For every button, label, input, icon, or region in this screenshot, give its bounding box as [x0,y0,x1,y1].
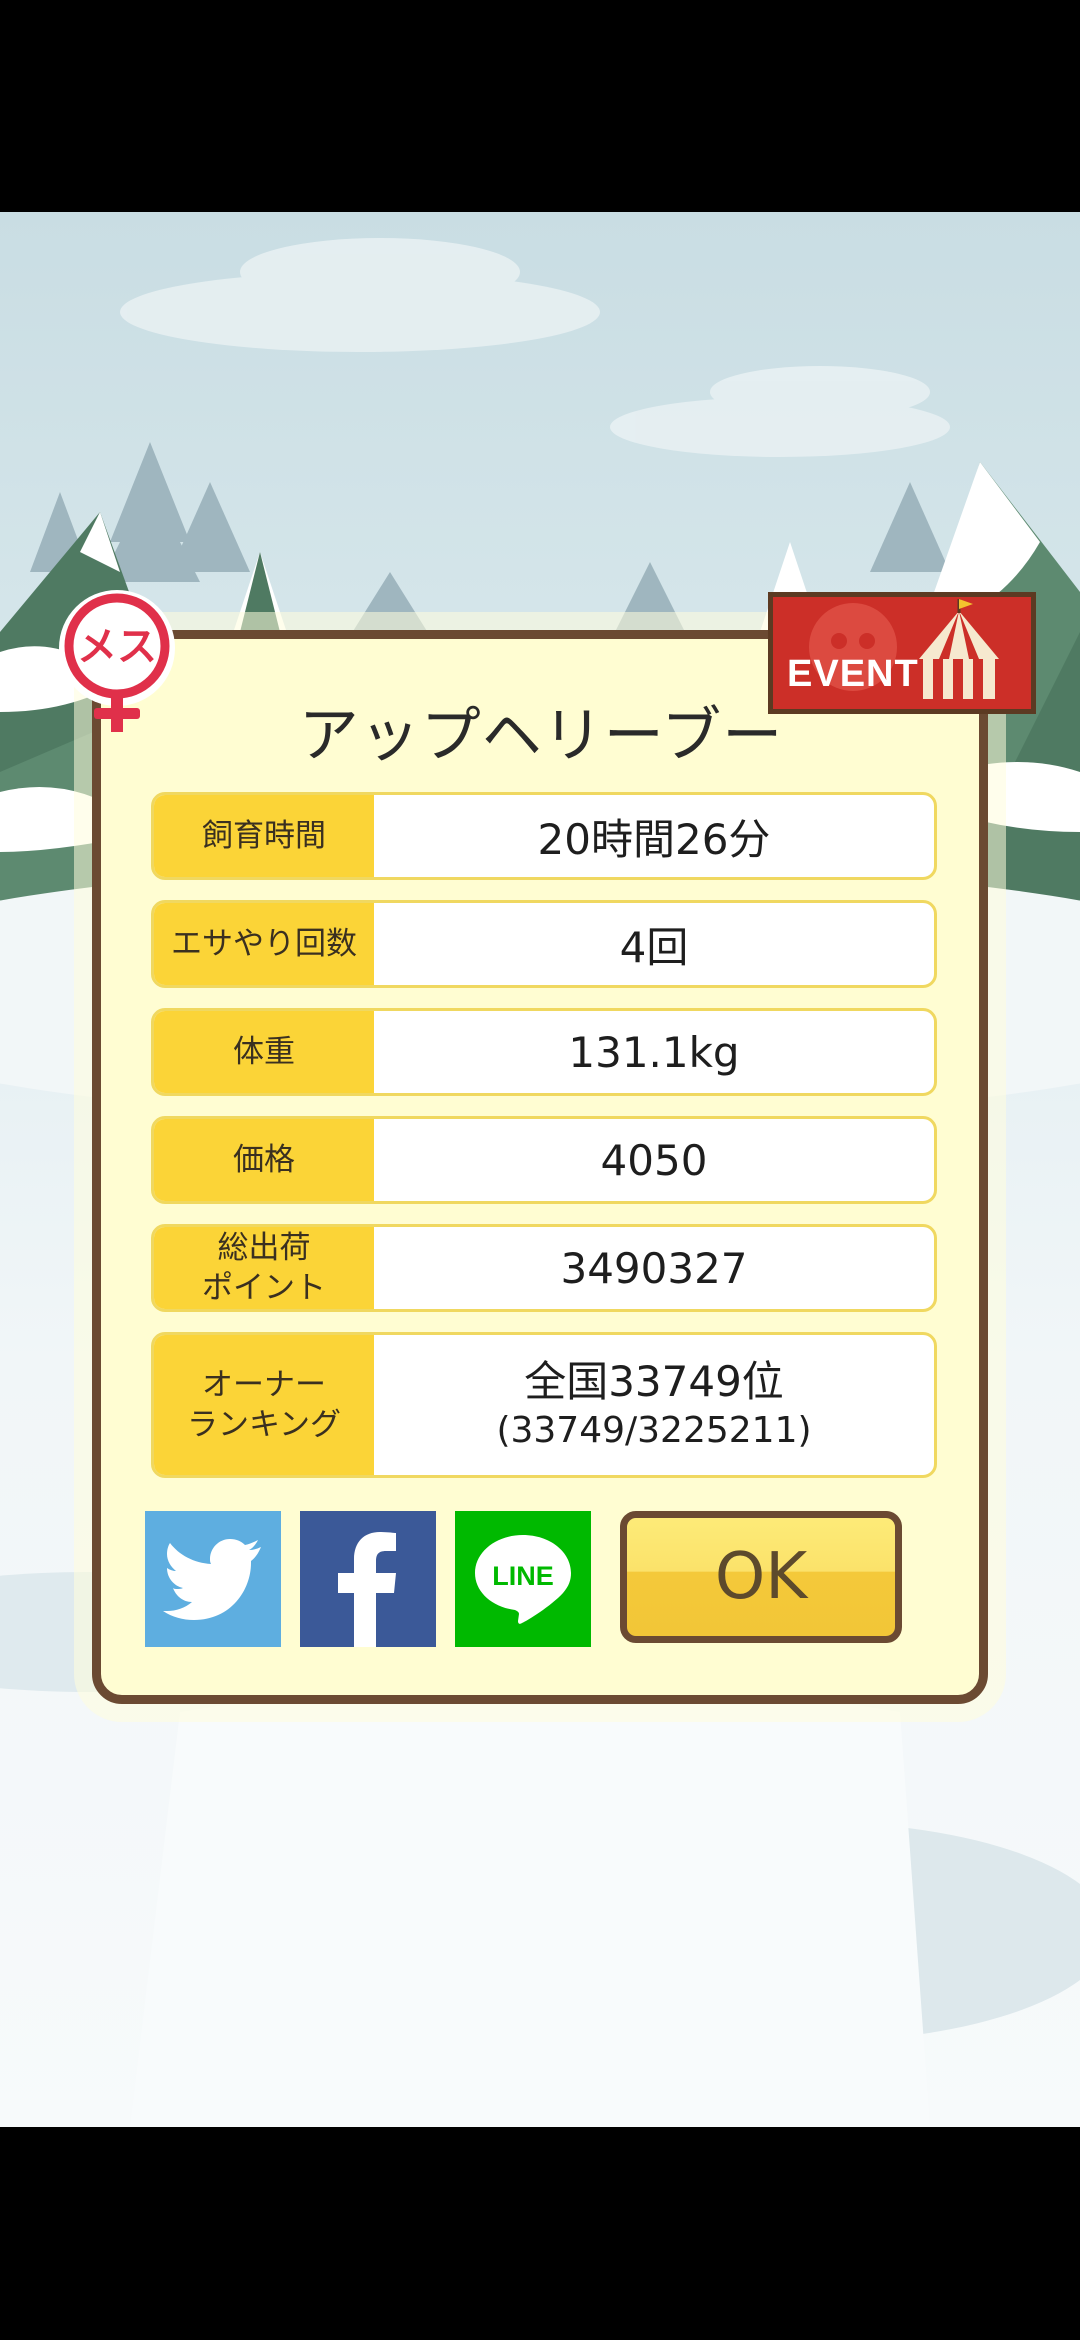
ranking-national: 全国33749位 [524,1357,784,1406]
stat-row-feed-count: エサやり回数 4回 [151,900,937,988]
top-black-bar [0,0,1080,212]
ok-button[interactable]: OK [620,1511,902,1643]
stat-label: エサやり回数 [154,903,374,985]
stat-value: 4050 [600,1135,708,1185]
event-label: EVENT [787,653,919,695]
ranking-detail: (33749/3225211) [496,1410,812,1451]
stat-value: 3490327 [560,1243,748,1293]
line-share-button[interactable]: LINE [455,1511,591,1647]
ranking-value: 全国33749位 (33749/3225211) [374,1335,934,1475]
stat-value: 131.1kg [568,1027,740,1077]
stat-label: オーナー ランキング [154,1335,374,1475]
stat-value: 4回 [619,922,689,972]
stat-value: 20時間26分 [537,814,771,864]
stat-label: 総出荷 ポイント [154,1227,374,1309]
facebook-f-icon [338,1532,396,1647]
stat-row-shipping-points: 総出荷 ポイント 3490327 [151,1224,937,1312]
pig-result-dialog: アップヘリーブー 飼育時間 20時間26分 エサやり回数 4回 体重 131.1… [92,630,988,1704]
stat-row-price: 価格 4050 [151,1116,937,1204]
stat-label: 体重 [154,1011,374,1093]
line-label: LINE [492,1561,554,1591]
female-symbol-icon: メス [59,590,175,732]
stat-label: 飼育時間 [154,795,374,877]
bottom-black-bar [0,2127,1080,2340]
facebook-share-button[interactable] [300,1511,436,1647]
stat-row-weight: 体重 131.1kg [151,1008,937,1096]
twitter-share-button[interactable] [145,1511,281,1647]
event-badge[interactable]: EVENT [768,592,1036,714]
stat-label: 価格 [154,1119,374,1201]
female-badge: メス [52,588,182,738]
stat-row-breeding-time: 飼育時間 20時間26分 [151,792,937,880]
twitter-bird-icon [163,1539,261,1620]
stat-row-owner-ranking: オーナー ランキング 全国33749位 (33749/3225211) [151,1332,937,1478]
sex-label: メス [77,624,157,670]
